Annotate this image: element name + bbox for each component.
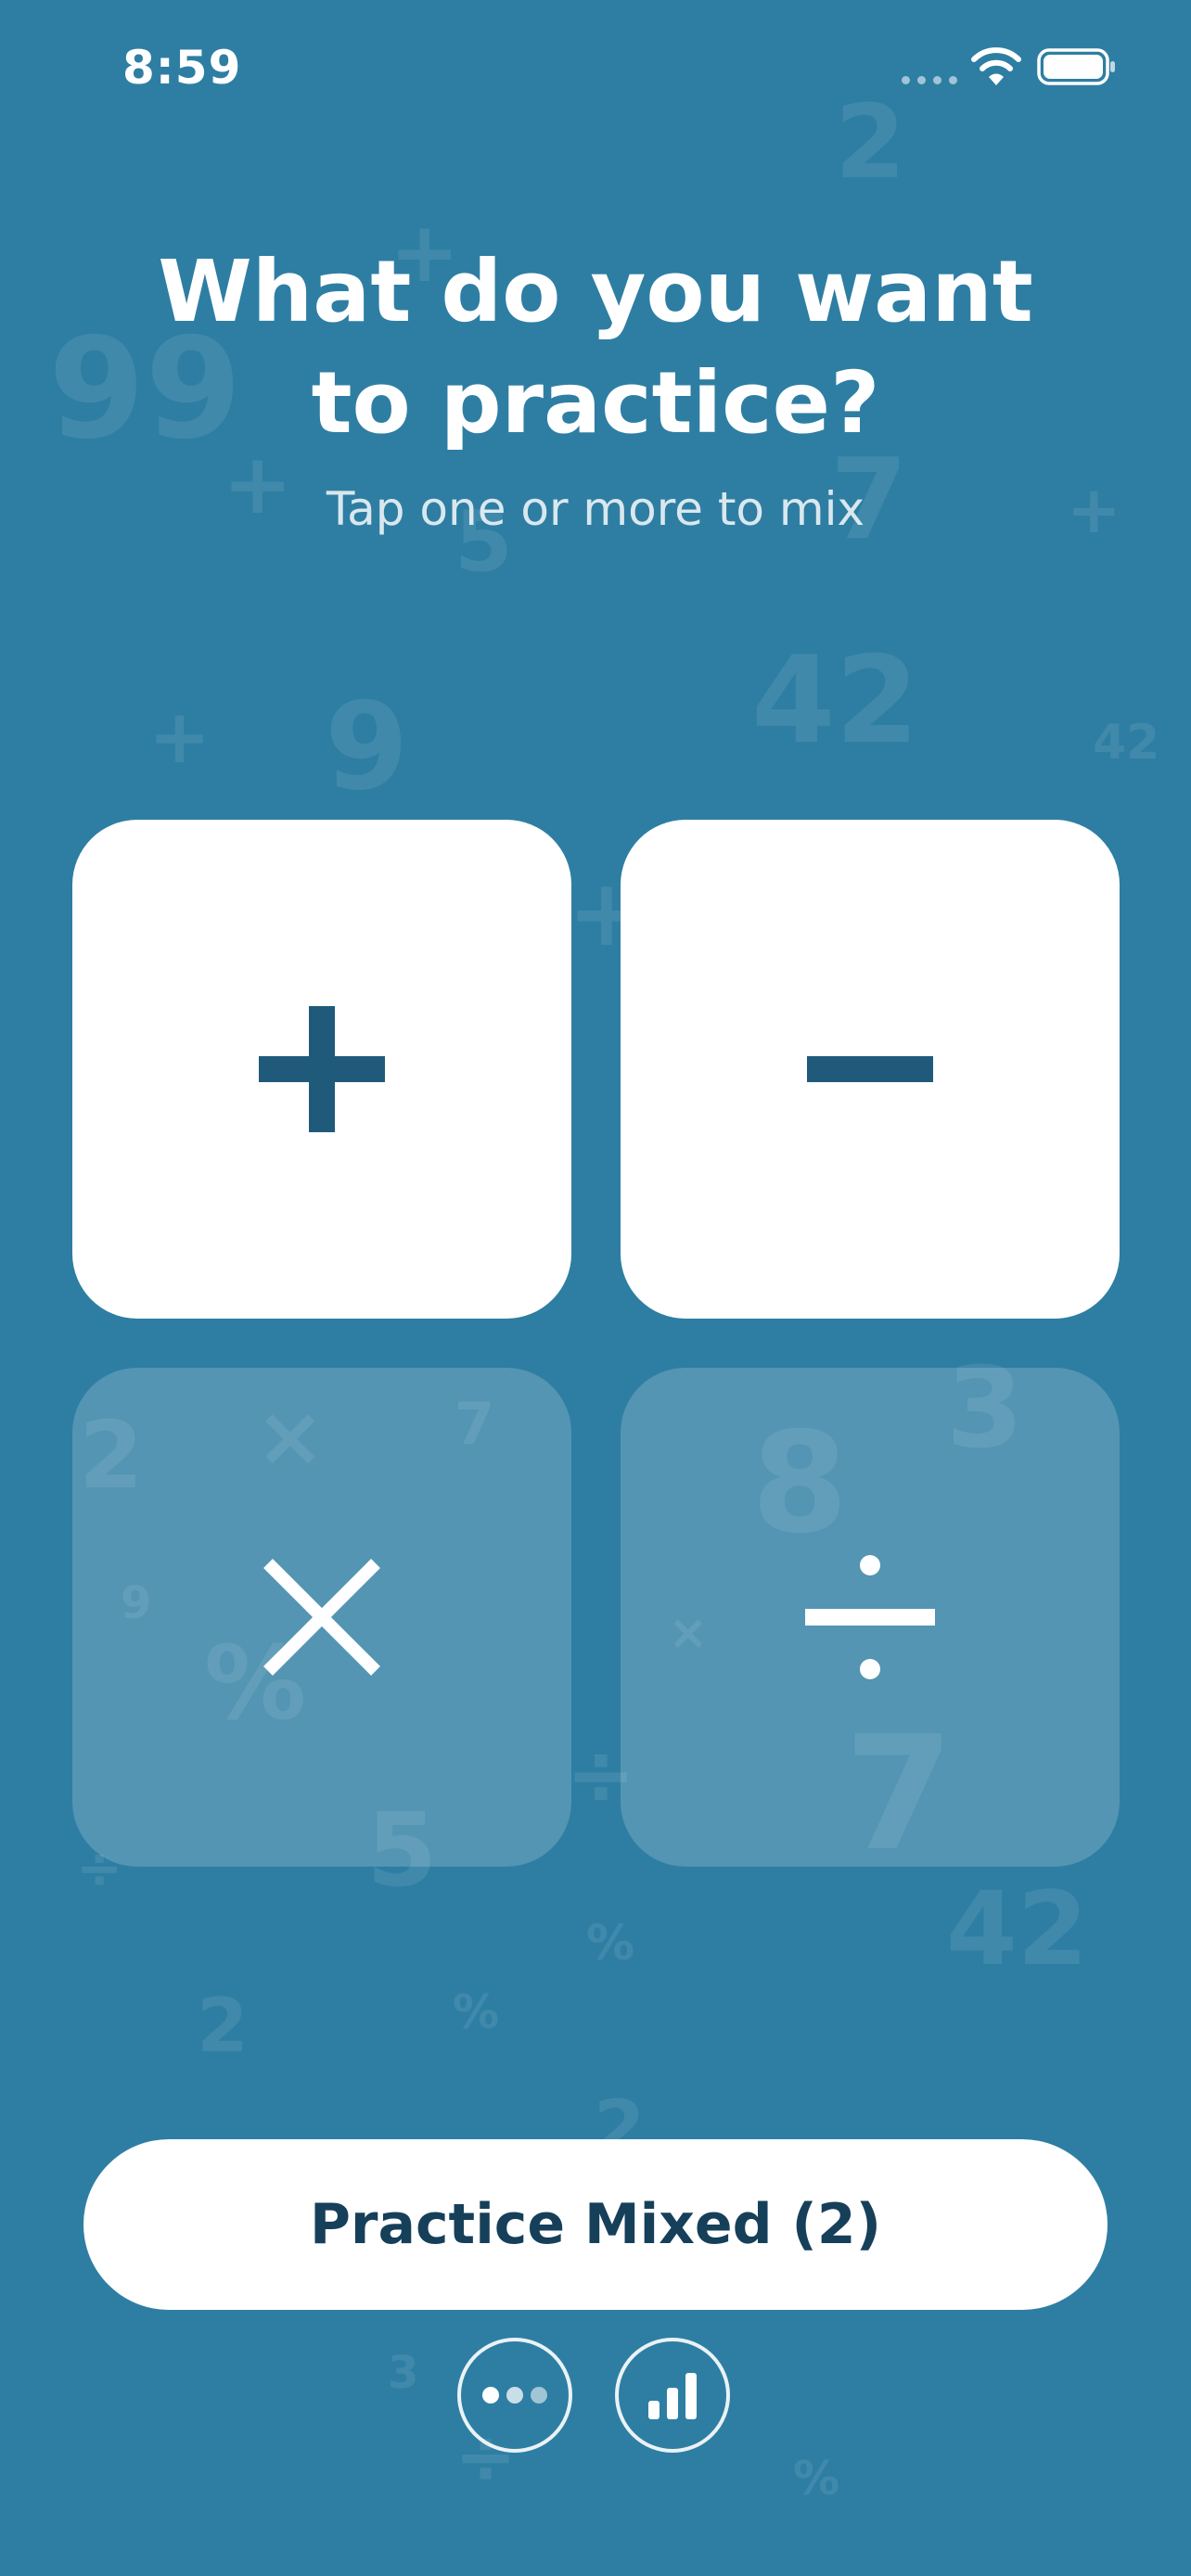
practice-mixed-button[interactable]: Practice Mixed (2) — [83, 2139, 1108, 2310]
ellipsis-icon — [482, 2387, 547, 2404]
bg-glyph: 2 — [197, 1983, 249, 2069]
operation-picker-screen: 2 99 + + 5 7 + + 9 42 42 + 2 × 7 9 % 8 3… — [0, 0, 1191, 2576]
bg-glyph: 42 — [1093, 715, 1160, 771]
more-options-button[interactable] — [457, 2338, 572, 2453]
division-tile[interactable] — [621, 1368, 1120, 1867]
battery-icon — [1037, 48, 1115, 85]
multiplication-tile[interactable] — [72, 1368, 571, 1867]
cellular-signal-icon — [902, 76, 957, 84]
bg-glyph: % — [453, 1985, 500, 2039]
bg-glyph: % — [586, 1916, 635, 1971]
subtraction-tile[interactable] — [621, 820, 1120, 1319]
bar-chart-icon — [648, 2373, 697, 2419]
plus-icon — [259, 1006, 385, 1132]
addition-tile[interactable] — [72, 820, 571, 1319]
times-icon — [263, 1559, 380, 1676]
minus-icon — [807, 1056, 933, 1082]
bg-glyph: + — [148, 694, 211, 780]
statistics-button[interactable] — [615, 2338, 730, 2453]
bg-glyph: + — [1067, 472, 1121, 548]
bg-glyph: 9 — [325, 676, 409, 817]
bg-glyph: 42 — [751, 630, 919, 771]
divide-icon — [805, 1555, 935, 1679]
bg-glyph: % — [793, 2452, 840, 2506]
status-bar: 8:59 — [0, 0, 1191, 130]
bg-glyph: 3 — [388, 2347, 419, 2399]
page-title: What do you want to practice? — [158, 242, 1033, 453]
wifi-icon — [971, 47, 1021, 85]
status-time: 8:59 — [122, 41, 242, 95]
page-subtitle: Tap one or more to mix — [326, 482, 865, 536]
bg-glyph: 42 — [946, 1869, 1089, 1988]
